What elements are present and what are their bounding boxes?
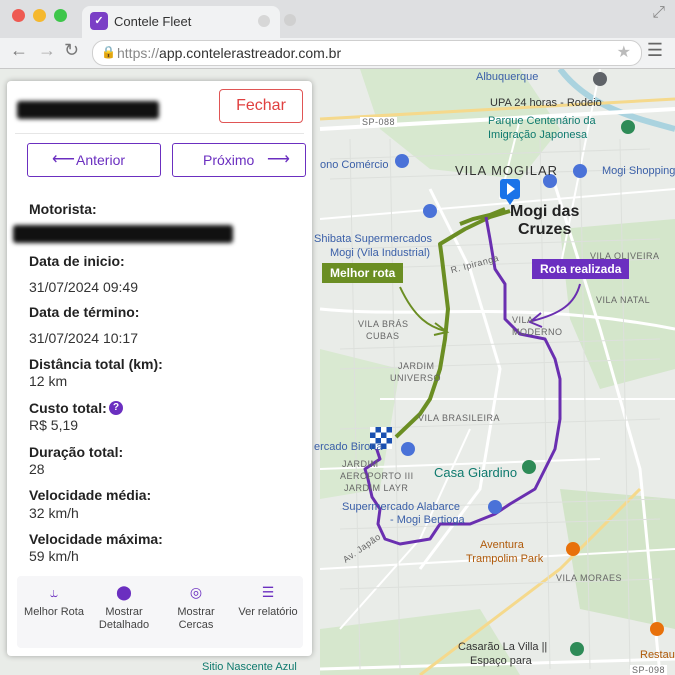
map-label-jardim-2: UNIVERSO	[390, 373, 442, 383]
show-detailed-button-label: Mostrar Detalhado	[98, 606, 150, 631]
end-date-label: Data de término:	[29, 304, 140, 320]
map-label-alabarce-1: Supermercado Alabarce	[342, 501, 461, 513]
next-button[interactable]: Próximo ⟶	[172, 143, 306, 177]
map-label-jardim-aero-1: JARDIM	[342, 459, 379, 469]
end-date-value: 31/07/2024 10:17	[29, 330, 138, 346]
cost-value: R$ 5,19	[29, 417, 79, 433]
map-label-vila-mogilar: VILA MOGILAR	[455, 163, 559, 178]
map-label-vila-natal: VILA NATAL	[596, 295, 651, 305]
close-button[interactable]: Fechar	[219, 89, 303, 123]
lock-icon: 🔒	[101, 45, 116, 59]
list-icon: ☰	[261, 584, 275, 600]
map-label-vila-moraes: VILA MORAES	[556, 573, 623, 583]
reload-icon[interactable]: ↻	[64, 40, 79, 61]
nav-bar: ← → ↻ 🔒 https://app.contelerastreador.co…	[0, 38, 675, 68]
previous-button-label: Anterior	[76, 152, 126, 168]
duration-value: 28	[29, 461, 45, 477]
map-label-casarao-2: Espaço para	[470, 655, 532, 667]
map-label-casa-giardino: Casa Giardino	[434, 465, 518, 480]
driver-name-redacted	[13, 225, 233, 243]
window-maximize-dot[interactable]	[54, 9, 67, 22]
window-minimize-dot[interactable]	[33, 9, 46, 22]
map-label-alabarce-2: - Mogi Bertioga	[390, 514, 465, 526]
max-speed-value: 59 km/h	[29, 548, 79, 564]
max-speed-label: Velocidade máxima:	[29, 531, 163, 547]
bookmark-star-icon[interactable]: ★	[617, 42, 631, 62]
map-label-sp098: SP-098	[630, 665, 668, 675]
map-label-mogi-2: Cruzes	[518, 221, 572, 238]
tab-bar: ✓ Contele Fleet ⤢	[0, 0, 675, 38]
previous-button[interactable]: ⟵ Anterior	[27, 143, 161, 177]
panel-footer-actions: ⥿ Melhor Rota ⬤ Mostrar Detalhado ◎ Most…	[17, 576, 303, 648]
best-route-callout: Melhor rota	[322, 263, 404, 283]
expand-icon[interactable]: ⤢	[652, 4, 665, 22]
view-report-button-label: Ver relatório	[238, 606, 298, 618]
panel-divider	[15, 133, 304, 134]
window-close-dot[interactable]	[12, 9, 25, 22]
distance-label: Distância total (km):	[29, 356, 163, 372]
map-label-parque-1: Parque Centenário da	[488, 115, 596, 127]
show-detailed-button[interactable]: ⬤ Mostrar Detalhado	[89, 584, 159, 632]
start-date-label: Data de inicio:	[29, 253, 125, 269]
forward-icon[interactable]: →	[38, 40, 56, 61]
back-icon[interactable]: ←	[10, 40, 28, 61]
view-report-button[interactable]: ☰ Ver relatório	[233, 584, 303, 619]
map-label-albuquerque: Albuquerque	[476, 71, 539, 83]
map-label-sp088: SP-088	[360, 117, 398, 127]
address-bar[interactable]: 🔒 https://app.contelerastreador.com.br ★	[92, 40, 642, 66]
show-fences-button-label: Mostrar Cercas	[177, 606, 215, 631]
route-icon: ⥿	[50, 584, 58, 600]
map-label-mogi-shopping: Mogi Shopping	[602, 165, 675, 177]
map-label-mogi-1: Mogi das	[510, 203, 580, 220]
map-label-shibata-2: Mogi (Vila Industrial)	[330, 247, 431, 259]
fence-target-icon: ◎	[189, 584, 203, 600]
show-fences-button[interactable]: ◎ Mostrar Cercas	[161, 584, 231, 632]
map-label-vila-brasileira: VILA BRASILEIRA	[418, 413, 501, 423]
map-label-shibata-1: Shibata Supermercados	[314, 233, 433, 245]
browser-tab[interactable]: ✓ Contele Fleet	[82, 6, 280, 38]
best-route-button-label: Melhor Rota	[24, 606, 84, 618]
map-label-birona: ercado Birona	[314, 441, 383, 453]
distance-value: 12 km	[29, 373, 68, 389]
browser-chrome: ✓ Contele Fleet ⤢ ← → ↻ 🔒 https://app.co…	[0, 0, 675, 69]
avg-speed-label: Velocidade média:	[29, 487, 152, 503]
map-label-vila-moderno-1: VILA	[512, 315, 534, 325]
driver-label: Motorista:	[29, 201, 97, 217]
tab-title: Contele Fleet	[114, 14, 192, 29]
help-icon[interactable]: ?	[109, 401, 123, 415]
start-date-value: 31/07/2024 09:49	[29, 279, 138, 295]
map-label-jardim-layr: JARDIM LAYR	[344, 483, 409, 493]
arrow-right-icon: ⟶	[267, 151, 290, 168]
map-label-vila-bras-1: VILA BRÁS	[358, 319, 409, 329]
best-route-button[interactable]: ⥿ Melhor Rota	[19, 584, 89, 619]
map-label-jardim-aero-2: AEROPORTO III	[340, 471, 414, 481]
menu-icon[interactable]: ☰	[647, 40, 663, 61]
map-label-sitio: Sitio Nascente Azul	[202, 661, 297, 673]
arrow-left-icon: ⟵	[52, 151, 75, 168]
actual-route-callout: Rota realizada	[532, 259, 630, 279]
map-label-vila-moderno-2: MODERNO	[512, 327, 563, 337]
map-label-upa: UPA 24 horas - Rodeio	[490, 97, 602, 109]
duration-label: Duração total:	[29, 444, 124, 460]
map-label-aventura-2: Trampolim Park	[466, 553, 544, 565]
vehicle-name-redacted	[17, 101, 159, 119]
new-tab-icon[interactable]	[284, 14, 296, 26]
contele-logo-icon: ✓	[90, 12, 108, 30]
url-text: https://app.contelerastreador.com.br	[117, 45, 342, 61]
tab-close-icon[interactable]	[258, 15, 270, 27]
next-button-label: Próximo	[203, 152, 255, 168]
cost-label: Custo total:	[29, 400, 107, 416]
avg-speed-value: 32 km/h	[29, 505, 79, 521]
trip-detail-panel: Fechar ⟵ Anterior Próximo ⟶ Motorista: D…	[7, 81, 312, 656]
map-label-parque-2: Imigração Japonesa	[488, 129, 588, 141]
map-label-aventura-1: Aventura	[480, 539, 524, 551]
map-label-restau: Restau	[640, 649, 675, 661]
map-label-vila-bras-2: CUBAS	[366, 331, 400, 341]
map-label-jardim-1: JARDIM	[398, 361, 435, 371]
map-label-ono: ono Comércio	[320, 159, 389, 171]
location-pin-icon: ⬤	[116, 584, 132, 600]
map-label-casarao-1: Casarão La Villa ||	[458, 641, 548, 653]
